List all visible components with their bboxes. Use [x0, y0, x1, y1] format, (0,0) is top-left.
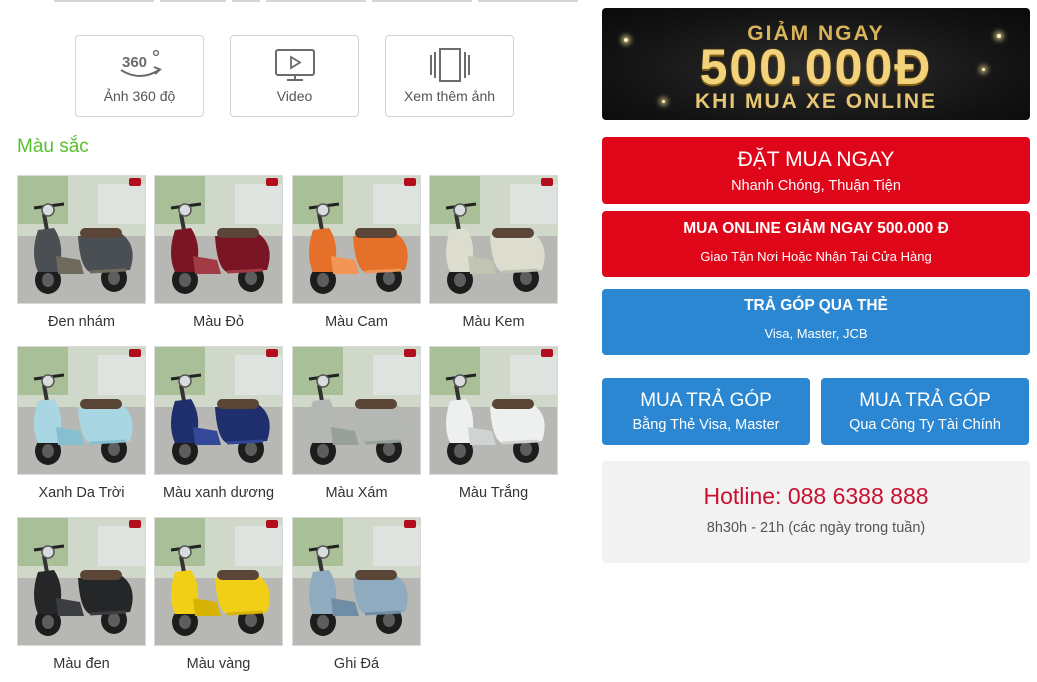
color-swatch-label: Màu Trắng	[458, 485, 529, 501]
promo-banner[interactable]: GIẢM NGAY 500.000Đ KHI MUA XE ONLINE	[602, 8, 1030, 120]
video-label: Video	[276, 88, 313, 104]
hotline-number[interactable]: Hotline: 088 6388 888	[602, 461, 1030, 510]
color-swatch[interactable]: Màu Trắng	[429, 346, 558, 501]
card-installment-button[interactable]: TRẢ GÓP QUA THẺ Visa, Master, JCB	[602, 289, 1030, 355]
color-swatch[interactable]: Màu xanh dương	[154, 346, 283, 501]
color-swatch-label: Màu vàng	[186, 656, 251, 672]
color-swatch-label: Đen nhám	[48, 314, 115, 330]
scooter-thumbnail	[292, 346, 421, 475]
scooter-thumbnail	[292, 517, 421, 646]
buy-online-button[interactable]: MUA ONLINE GIẢM NGAY 500.000 Đ Giao Tận …	[602, 211, 1030, 277]
installment-finance-title: MUA TRẢ GÓP	[859, 390, 991, 411]
color-swatch-label: Màu Xám	[325, 485, 388, 501]
gallery-thumbnail-strip	[54, 0, 578, 2]
gallery-icon	[429, 48, 470, 82]
scooter-thumbnail	[154, 517, 283, 646]
more-photos-label: Xem thêm ảnh	[403, 88, 496, 104]
buy-online-subtitle: Giao Tận Nơi Hoặc Nhận Tại Cửa Hàng	[700, 249, 932, 264]
more-photos-button[interactable]: Xem thêm ảnh	[385, 35, 514, 117]
media-buttons: 360 Ảnh 360 độ Video Xem thêm ảnh	[75, 35, 514, 117]
color-swatch[interactable]: Màu vàng	[154, 517, 283, 672]
promo-caption: KHI MUA XE ONLINE	[694, 90, 938, 113]
color-swatch[interactable]: Màu Xám	[292, 346, 421, 501]
scooter-thumbnail	[429, 175, 558, 304]
installment-visa-button[interactable]: MUA TRẢ GÓP Bằng Thẻ Visa, Master	[602, 378, 810, 445]
card-installment-subtitle: Visa, Master, JCB	[764, 326, 868, 341]
scooter-thumbnail	[292, 175, 421, 304]
hotline-box: Hotline: 088 6388 888 8h30h - 21h (các n…	[602, 461, 1030, 563]
view-360-button[interactable]: 360 Ảnh 360 độ	[75, 35, 204, 117]
color-swatch[interactable]: Đen nhám	[17, 175, 146, 330]
order-now-button[interactable]: ĐẶT MUA NGAY Nhanh Chóng, Thuận Tiện	[602, 137, 1030, 204]
color-swatch[interactable]: Màu đen	[17, 517, 146, 672]
order-now-subtitle: Nhanh Chóng, Thuận Tiện	[731, 178, 901, 194]
buy-online-title: MUA ONLINE GIẢM NGAY 500.000 Đ	[683, 220, 949, 237]
color-swatch[interactable]: Ghi Đá	[292, 517, 421, 672]
color-section-title: Màu sắc	[17, 136, 89, 157]
color-swatch[interactable]: Màu Kem	[429, 175, 558, 330]
rotate-360-icon: 360	[119, 49, 162, 77]
installment-finance-button[interactable]: MUA TRẢ GÓP Qua Công Ty Tài Chính	[821, 378, 1029, 445]
order-now-title: ĐẶT MUA NGAY	[737, 148, 895, 171]
color-swatch-label: Màu Kem	[462, 314, 525, 330]
color-swatch-label: Màu đen	[53, 656, 110, 672]
working-hours: 8h30h - 21h (các ngày trong tuần)	[706, 520, 926, 536]
installment-visa-subtitle: Bằng Thẻ Visa, Master	[632, 417, 780, 433]
view-360-label: Ảnh 360 độ	[103, 88, 176, 104]
scooter-thumbnail	[17, 175, 146, 304]
video-button[interactable]: Video	[230, 35, 359, 117]
scooter-thumbnail	[429, 346, 558, 475]
color-swatch-label: Màu xanh dương	[162, 485, 275, 501]
scooter-thumbnail	[17, 517, 146, 646]
color-swatch-label: Xanh Da Trời	[38, 485, 125, 501]
svg-text:360: 360	[122, 54, 147, 71]
scooter-thumbnail	[154, 175, 283, 304]
color-swatch[interactable]: Màu Cam	[292, 175, 421, 330]
color-swatch-label: Màu Cam	[325, 314, 388, 330]
color-swatch-label: Màu Đỏ	[193, 314, 244, 330]
promo-amount: 500.000Đ	[699, 39, 933, 95]
color-swatch-label: Ghi Đá	[333, 656, 380, 672]
installment-finance-subtitle: Qua Công Ty Tài Chính	[849, 417, 1001, 433]
color-swatch[interactable]: Xanh Da Trời	[17, 346, 146, 501]
installment-visa-title: MUA TRẢ GÓP	[640, 390, 772, 411]
card-installment-title: TRẢ GÓP QUA THẺ	[744, 297, 888, 314]
color-swatch[interactable]: Màu Đỏ	[154, 175, 283, 330]
video-play-icon	[274, 49, 315, 81]
scooter-thumbnail	[17, 346, 146, 475]
scooter-thumbnail	[154, 346, 283, 475]
